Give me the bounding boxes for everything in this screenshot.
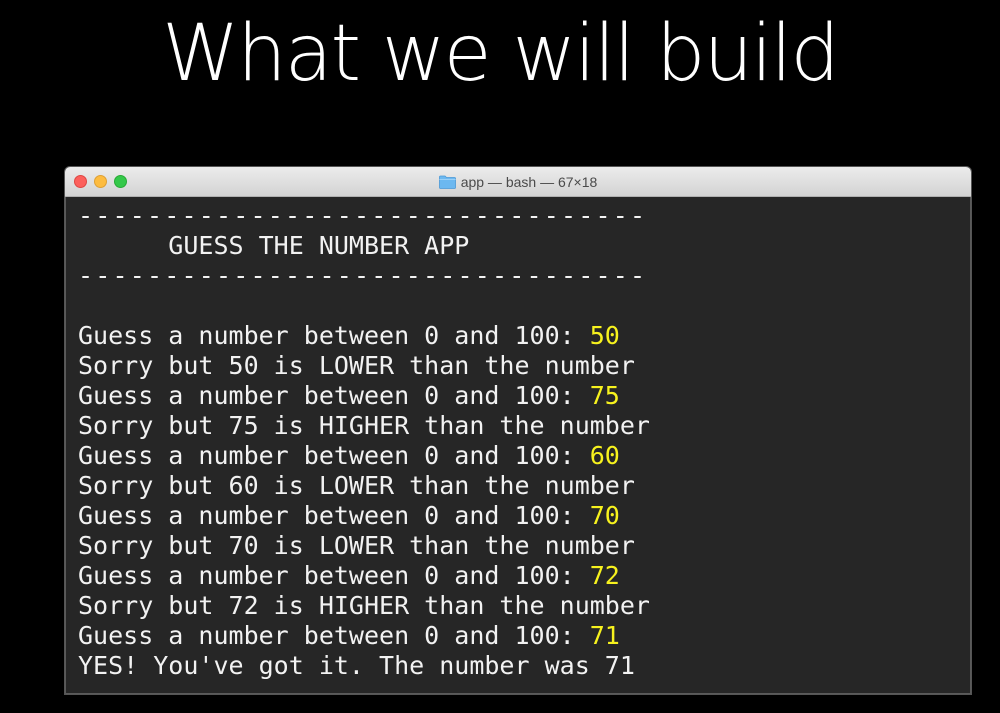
user-guess-input: 50 [589, 321, 620, 350]
terminal-line-text: Guess a number between 0 and 100: [78, 321, 590, 350]
user-guess-input: 75 [589, 381, 620, 410]
slide: What we will build app — bash — 67×18 --… [0, 0, 1000, 713]
window-title-group: app — bash — 67×18 [65, 167, 971, 196]
terminal-line-text: YES! You've got it. The number was 71 [78, 651, 635, 680]
terminal-line-text: Sorry but 75 is HIGHER than the number [78, 411, 650, 440]
terminal-line: Guess a number between 0 and 100: 72 [78, 561, 970, 591]
terminal-line-text: Guess a number between 0 and 100: [78, 501, 590, 530]
terminal-line: Guess a number between 0 and 100: 71 [78, 621, 970, 651]
terminal-line-text: Guess a number between 0 and 100: [78, 441, 590, 470]
terminal-line-text: Sorry but 72 is HIGHER than the number [78, 591, 650, 620]
user-guess-input: 70 [589, 501, 620, 530]
terminal-line-text: Guess a number between 0 and 100: [78, 561, 590, 590]
terminal-line: YES! You've got it. The number was 71 [78, 651, 970, 681]
terminal-line: Guess a number between 0 and 100: 70 [78, 501, 970, 531]
terminal-line: Sorry but 50 is LOWER than the number [78, 351, 970, 381]
terminal-line: Sorry but 75 is HIGHER than the number [78, 411, 970, 441]
window-titlebar[interactable]: app — bash — 67×18 [65, 167, 971, 197]
terminal-line: Guess a number between 0 and 100: 60 [78, 441, 970, 471]
terminal-line: Sorry but 72 is HIGHER than the number [78, 591, 970, 621]
slide-title: What we will build [162, 9, 840, 99]
header-rule-top: --------------------------------- [78, 201, 648, 230]
terminal-line: Guess a number between 0 and 100: 75 [78, 381, 970, 411]
terminal-line: Sorry but 60 is LOWER than the number [78, 471, 970, 501]
header-rule-bottom: --------------------------------- [78, 261, 648, 290]
terminal-output[interactable]: --------------------------------- GUESS … [65, 197, 971, 694]
terminal-window[interactable]: app — bash — 67×18 ---------------------… [65, 167, 971, 694]
terminal-line-text: Sorry but 60 is LOWER than the number [78, 471, 635, 500]
terminal-line: Sorry but 70 is LOWER than the number [78, 531, 970, 561]
app-header-title: GUESS THE NUMBER APP [78, 231, 470, 260]
terminal-line-text: Guess a number between 0 and 100: [78, 381, 590, 410]
folder-icon [438, 175, 456, 189]
terminal-line: Guess a number between 0 and 100: 50 [78, 321, 970, 351]
terminal-line-text: Sorry but 50 is LOWER than the number [78, 351, 635, 380]
terminal-lines: Guess a number between 0 and 100: 50 Sorr… [78, 321, 970, 681]
terminal-line-text: Guess a number between 0 and 100: [78, 621, 590, 650]
window-title-text: app — bash — 67×18 [460, 173, 598, 190]
user-guess-input: 60 [589, 441, 620, 470]
user-guess-input: 72 [589, 561, 620, 590]
user-guess-input: 71 [589, 621, 620, 650]
terminal-line-text: Sorry but 70 is LOWER than the number [78, 531, 635, 560]
